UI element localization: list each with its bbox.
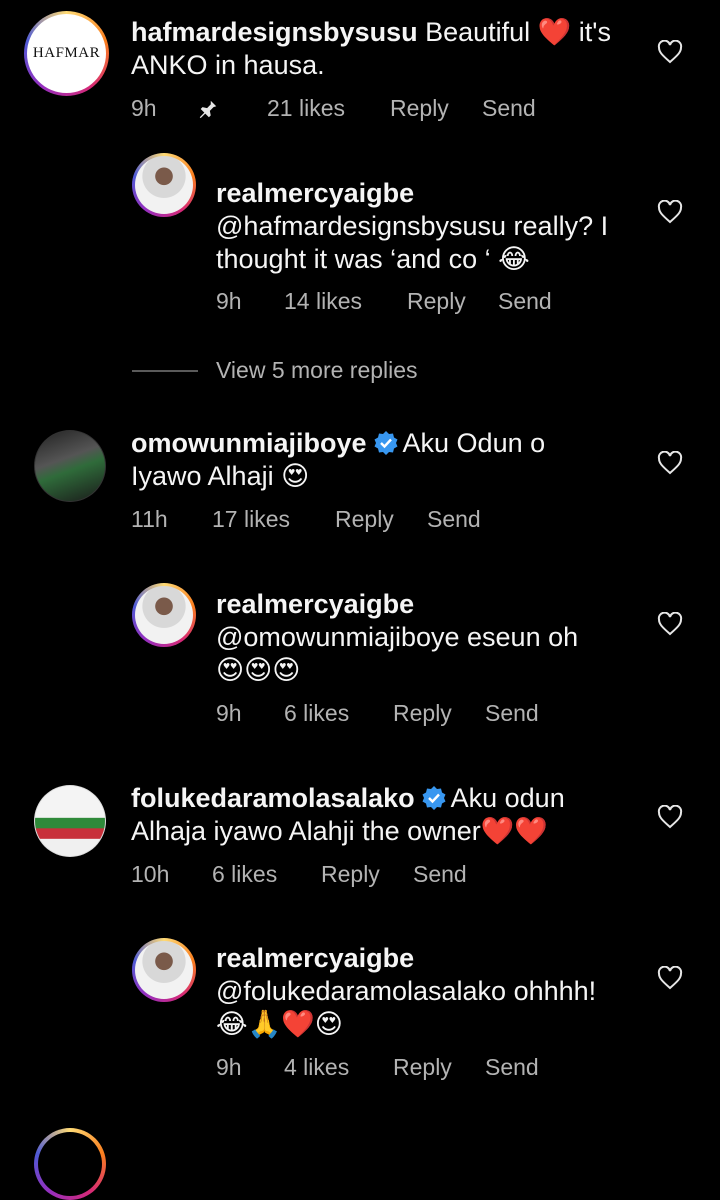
comment-body: hafmardesignsbysusu Beautiful ❤️ it's AN… (131, 16, 631, 82)
reply-comment: realmercyaigbe @omowunmiajiboye eseun oh… (0, 560, 720, 750)
pin-icon (199, 100, 217, 119)
comment-time: 9h (216, 700, 242, 726)
avatar[interactable] (132, 583, 196, 647)
comment-likes[interactable]: 21 likes (267, 95, 345, 122)
comment-text-line2: Iyawo Alhaji 😍 (131, 461, 310, 491)
comment-text: @omowunmiajiboye eseun oh (216, 622, 579, 652)
verified-badge-icon (422, 786, 446, 810)
comment-username[interactable]: realmercyaigbe (216, 943, 414, 973)
reply-button[interactable]: Reply (393, 700, 452, 727)
heart-outline-icon[interactable] (657, 200, 683, 224)
comment-text: @folukedaramolasalako ohhhh! (216, 976, 597, 1006)
reply-button[interactable]: Reply (335, 506, 394, 533)
view-more-line (132, 370, 198, 372)
comment-meta: 10h 6 likes Reply Send (131, 861, 631, 891)
send-button[interactable]: Send (485, 1054, 539, 1081)
comment-text: Aku odun (450, 783, 565, 813)
comment-username[interactable]: hafmardesignsbysusu (131, 17, 418, 47)
avatar[interactable]: HAFMAR (24, 11, 109, 96)
comment-meta: 9h 21 likes Reply Send (131, 95, 631, 125)
send-button[interactable]: Send (413, 861, 467, 888)
comment-text: Beautiful ❤️ it's (425, 17, 611, 47)
comment-meta: 9h 6 likes Reply Send (216, 700, 636, 730)
comment-meta: 9h 4 likes Reply Send (216, 1054, 636, 1084)
send-button[interactable]: Send (485, 700, 539, 727)
comment-likes[interactable]: 14 likes (284, 288, 362, 315)
comment-meta: 9h 14 likes Reply Send (216, 288, 636, 318)
comment-body: folukedaramolasalako Aku odun Alhaja iya… (131, 782, 641, 848)
send-button[interactable]: Send (427, 506, 481, 533)
reply-button[interactable]: Reply (390, 95, 449, 122)
comment-text-line2: ANKO in hausa. (131, 50, 325, 80)
comment-text-line2: thought it was ‘and co ‘ 😂 (216, 244, 530, 274)
comment-time: 9h (216, 288, 242, 314)
view-more-replies-button[interactable]: View 5 more replies (216, 357, 418, 384)
reply-button[interactable]: Reply (407, 288, 466, 315)
comment-text-line2: 😍😍😍 (216, 655, 301, 686)
avatar[interactable] (132, 153, 196, 217)
comment-time: 11h (131, 506, 168, 532)
comment-likes[interactable]: 6 likes (212, 861, 277, 888)
comment: folukedaramolasalako Aku odun Alhaja iya… (0, 765, 720, 915)
comment-body: realmercyaigbe @hafmardesignsbysusu real… (216, 177, 656, 276)
heart-outline-icon[interactable] (657, 966, 683, 990)
reply-button[interactable]: Reply (321, 861, 380, 888)
comment: HAFMAR hafmardesignsbysusu Beautiful ❤️ … (0, 0, 720, 150)
heart-outline-icon[interactable] (657, 612, 683, 636)
heart-outline-icon[interactable] (657, 40, 683, 64)
heart-outline-icon[interactable] (657, 451, 683, 475)
comment-body: omowunmiajiboye Aku Odun o Iyawo Alhaji … (131, 427, 631, 493)
comment-likes[interactable]: 17 likes (212, 506, 290, 533)
comment-text: Aku Odun o (402, 428, 546, 458)
avatar[interactable] (132, 938, 196, 1002)
comment-time: 10h (131, 861, 170, 887)
verified-badge-icon (374, 431, 398, 455)
comment-body: realmercyaigbe @omowunmiajiboye eseun oh… (216, 588, 656, 687)
comment-time: 9h (131, 95, 157, 121)
comment: omowunmiajiboye Aku Odun o Iyawo Alhaji … (0, 410, 720, 560)
avatar[interactable] (34, 785, 106, 857)
heart-outline-icon[interactable] (657, 805, 683, 829)
comment-text: @hafmardesignsbysusu really? I (216, 211, 609, 241)
avatar-partial[interactable] (34, 1128, 106, 1200)
reply-comment: realmercyaigbe @folukedaramolasalako ohh… (0, 915, 720, 1095)
comment-likes[interactable]: 4 likes (284, 1054, 349, 1081)
comment-text-line2: 😂🙏❤️😍 (216, 1009, 343, 1040)
reply-comment: realmercyaigbe @hafmardesignsbysusu real… (0, 150, 720, 330)
comment-username[interactable]: folukedaramolasalako (131, 783, 415, 813)
comment-meta: 11h 17 likes Reply Send (131, 506, 631, 536)
send-button[interactable]: Send (498, 288, 552, 315)
send-button[interactable]: Send (482, 95, 536, 122)
avatar[interactable] (34, 430, 106, 502)
comment-username[interactable]: realmercyaigbe (216, 178, 414, 208)
comment-likes[interactable]: 6 likes (284, 700, 349, 727)
comment-username[interactable]: omowunmiajiboye (131, 428, 367, 458)
comment-username[interactable]: realmercyaigbe (216, 589, 414, 619)
reply-button[interactable]: Reply (393, 1054, 452, 1081)
avatar-logo-text: HAFMAR (32, 45, 101, 61)
comment-body: realmercyaigbe @folukedaramolasalako ohh… (216, 942, 656, 1041)
comment-text-line2: Alhaja iyawo Alahji the owner❤️❤️ (131, 816, 548, 846)
comment-time: 9h (216, 1054, 242, 1080)
